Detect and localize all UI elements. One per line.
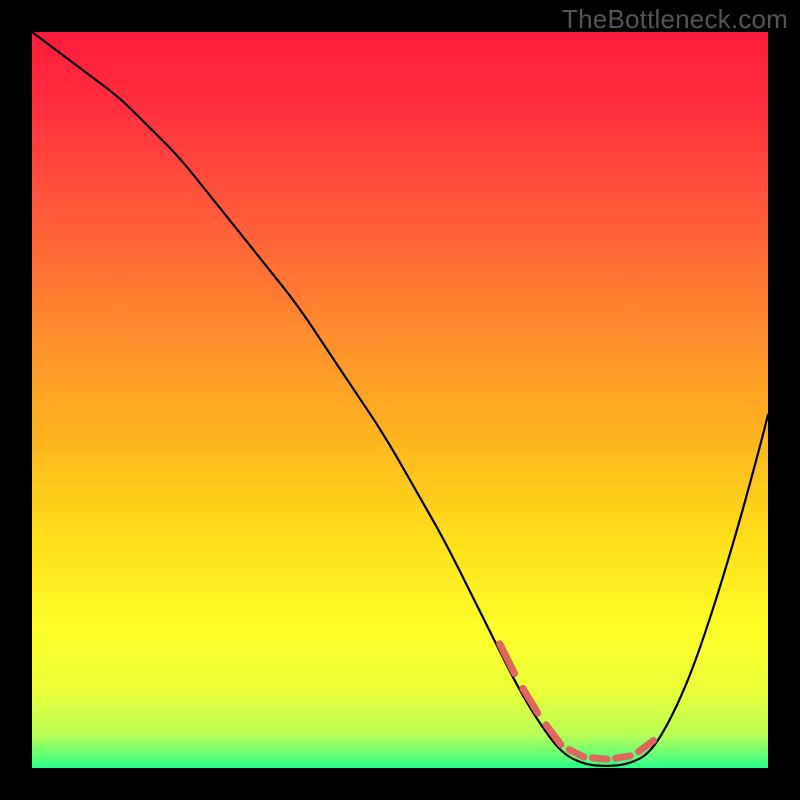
basin-dash [500,644,515,674]
curve-layer [32,32,768,768]
watermark-text: TheBottleneck.com [562,4,788,35]
basin-dash [616,756,631,758]
basin-dash [592,758,607,759]
basin-dash [569,750,584,757]
basin-dash-group [500,644,654,759]
bottleneck-curve [32,32,768,766]
plot-area [32,32,768,768]
chart-frame: TheBottleneck.com [0,0,800,800]
